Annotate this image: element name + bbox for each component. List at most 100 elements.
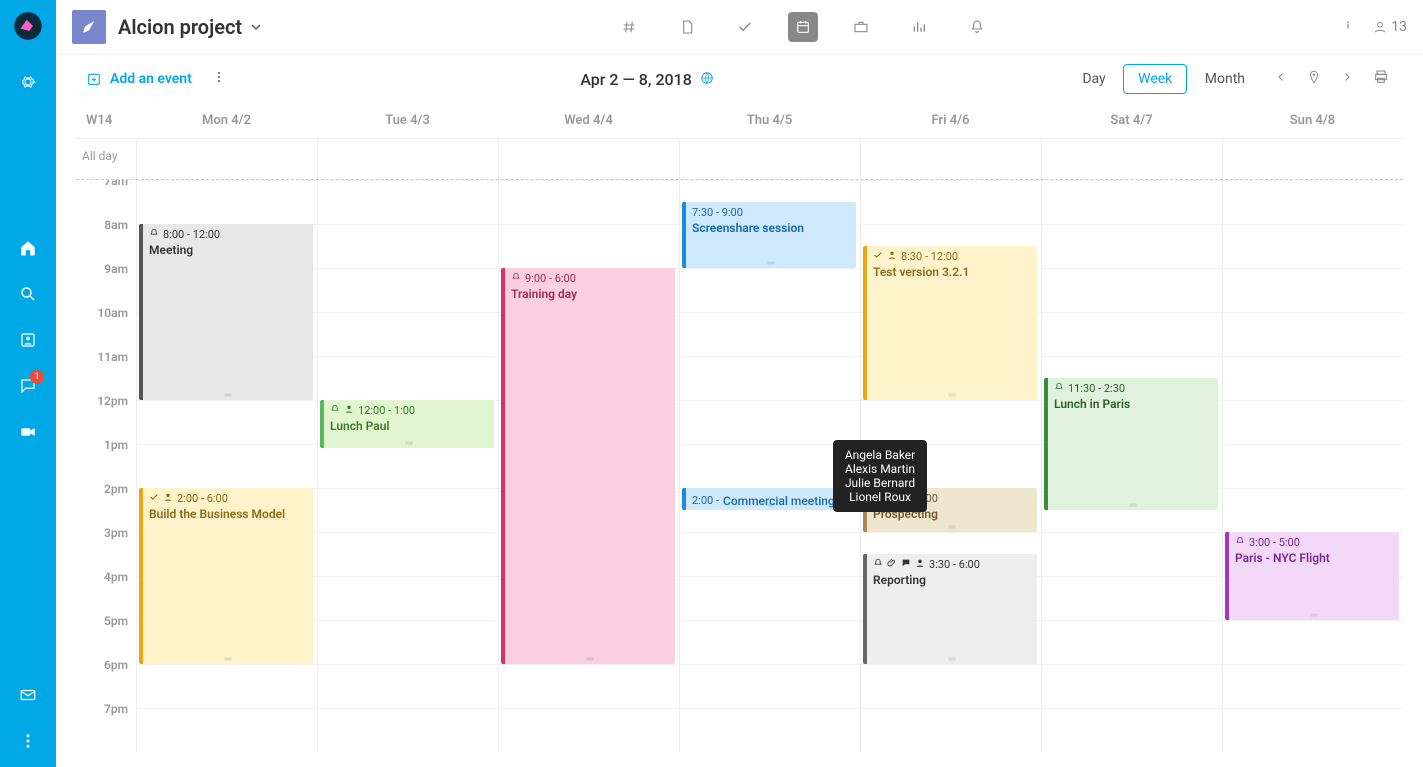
next-week-icon[interactable] (1337, 67, 1357, 91)
location-icon[interactable] (1303, 66, 1325, 92)
drag-handle-icon[interactable]: ═ (948, 393, 955, 399)
time-label: 12pm (76, 394, 136, 438)
user-count[interactable]: 13 (1373, 19, 1407, 35)
day-column[interactable]: 9:00 - 6:00Training day═ (498, 180, 679, 752)
toolbar-menu-icon[interactable] (212, 70, 226, 88)
time-label: 9am (76, 262, 136, 306)
day-header: Sat 4/7 (1041, 103, 1222, 138)
project-selector[interactable]: Alcion project (118, 15, 264, 39)
day-header: Sun 4/8 (1222, 103, 1403, 138)
event-title: Paris - NYC Flight (1235, 551, 1393, 565)
event-time: 12:00 - 1:00 (358, 404, 415, 417)
user-icon (915, 558, 925, 571)
drag-handle-icon[interactable]: ═ (948, 657, 955, 663)
prev-week-icon[interactable] (1271, 67, 1291, 91)
event-business-model[interactable]: 2:00 - 6:00Build the Business Model═ (139, 488, 313, 664)
event-title: Training day (511, 287, 669, 301)
left-sidebar: 1 (0, 0, 56, 767)
print-icon[interactable] (1369, 65, 1393, 93)
tab-reports-icon[interactable] (904, 12, 934, 42)
add-event-icon (86, 71, 102, 87)
more-icon[interactable] (8, 721, 48, 761)
calendar: W14 Mon 4/2 Tue 4/3 Wed 4/4 Thu 4/5 Fri … (56, 103, 1423, 767)
user-icon (1373, 20, 1387, 34)
calendar-toolbar: Add an event Apr 2 — 8, 2018 Day Week Mo… (56, 55, 1423, 103)
time-label: 7am (76, 180, 136, 218)
chat-icon (901, 558, 911, 571)
check-icon (149, 492, 159, 505)
time-label: 1pm (76, 438, 136, 482)
view-day[interactable]: Day (1068, 65, 1119, 93)
drag-handle-icon[interactable]: ═ (767, 261, 774, 267)
event-title: Reporting (873, 573, 1031, 587)
search-icon[interactable] (8, 274, 48, 314)
video-icon[interactable] (8, 412, 48, 452)
event-lunch-paul[interactable]: 12:00 - 1:00 Lunch Paul ═ (320, 400, 494, 448)
drag-handle-icon[interactable]: ═ (586, 657, 593, 663)
day-column[interactable]: 11:30 - 2:30Lunch in Paris═ (1041, 180, 1222, 752)
event-screenshare[interactable]: 7:30 - 9:00Screenshare session═ (682, 202, 856, 268)
event-title: Lunch Paul (330, 419, 488, 433)
event-training[interactable]: 9:00 - 6:00Training day═ (501, 268, 675, 664)
event-title: Meeting (149, 243, 307, 257)
drag-handle-icon[interactable]: ═ (405, 441, 412, 447)
event-title: Test version 3.2.1 (873, 265, 1031, 279)
calendar-body[interactable]: 7am8am9am10am11am12pm1pm2pm3pm4pm5pm6pm7… (76, 180, 1403, 757)
project-avatar-icon[interactable] (72, 10, 106, 44)
event-time: 2:00 - (692, 494, 719, 507)
tab-briefcase-icon[interactable] (846, 12, 876, 42)
view-month[interactable]: Month (1191, 65, 1259, 93)
drag-handle-icon[interactable]: ═ (948, 525, 955, 531)
app-logo-icon[interactable] (8, 6, 48, 46)
project-name: Alcion project (118, 15, 242, 39)
event-title: Build the Business Model (149, 507, 307, 521)
clip-icon (887, 558, 897, 571)
day-column[interactable]: 12:00 - 1:00 Lunch Paul ═ (317, 180, 498, 752)
time-label: 2pm (76, 482, 136, 526)
bell-icon (511, 272, 521, 285)
event-lunch-paris[interactable]: 11:30 - 2:30Lunch in Paris═ (1044, 378, 1218, 510)
drag-handle-icon[interactable]: ═ (767, 503, 774, 509)
time-label: 8am (76, 218, 136, 262)
timezone-icon[interactable] (700, 70, 714, 89)
drag-handle-icon[interactable]: ═ (1129, 503, 1136, 509)
drag-handle-icon[interactable]: ═ (224, 393, 231, 399)
event-reporting[interactable]: 3:30 - 6:00Reporting═ (863, 554, 1037, 664)
event-time: 3:00 - 5:00 (1249, 536, 1300, 549)
check-icon (873, 250, 883, 263)
tab-calendar-icon[interactable] (788, 12, 818, 42)
view-switch: Day Week Month (1068, 71, 1259, 87)
user-icon (887, 250, 897, 263)
allday-row: All day (76, 138, 1403, 180)
bell-icon (1054, 382, 1064, 395)
bell-icon (149, 228, 159, 241)
tab-tasks-icon[interactable] (730, 12, 760, 42)
tab-notifications-icon[interactable] (962, 12, 992, 42)
tab-files-icon[interactable] (672, 12, 702, 42)
mail-icon[interactable] (8, 675, 48, 715)
add-event-button[interactable]: Add an event (86, 71, 192, 87)
time-label: 6pm (76, 658, 136, 702)
drag-handle-icon[interactable]: ═ (224, 657, 231, 663)
chat-icon[interactable]: 1 (8, 366, 48, 406)
day-column[interactable]: 3:00 - 5:00 Paris - NYC Flight ═ (1222, 180, 1403, 752)
home-icon[interactable] (8, 228, 48, 268)
chat-badge: 1 (30, 370, 44, 384)
tab-channel-icon[interactable] (614, 12, 644, 42)
view-week[interactable]: Week (1123, 64, 1187, 94)
settings-icon[interactable] (8, 62, 48, 102)
drag-handle-icon[interactable]: ═ (1310, 613, 1317, 619)
tooltip-person: Lionel Roux (845, 490, 915, 504)
tooltip-person: Julie Bernard (845, 476, 915, 490)
event-test-version[interactable]: 8:30 - 12:00 Test version 3.2.1 ═ (863, 246, 1037, 400)
event-meeting[interactable]: 8:00 - 12:00Meeting═ (139, 224, 313, 400)
contacts-icon[interactable] (8, 320, 48, 360)
day-column[interactable]: 8:00 - 12:00Meeting═2:00 - 6:00Build the… (136, 180, 317, 752)
event-paris-flight[interactable]: 3:00 - 5:00 Paris - NYC Flight ═ (1225, 532, 1399, 620)
chevron-down-icon (248, 19, 264, 35)
calendar-header: W14 Mon 4/2 Tue 4/3 Wed 4/4 Thu 4/5 Fri … (76, 103, 1403, 138)
info-icon[interactable] (1341, 18, 1355, 36)
event-time: 8:30 - 12:00 (901, 250, 958, 263)
time-label: 5pm (76, 614, 136, 658)
event-commercial[interactable]: 2:00 - Commercial meeting═ (682, 488, 856, 510)
